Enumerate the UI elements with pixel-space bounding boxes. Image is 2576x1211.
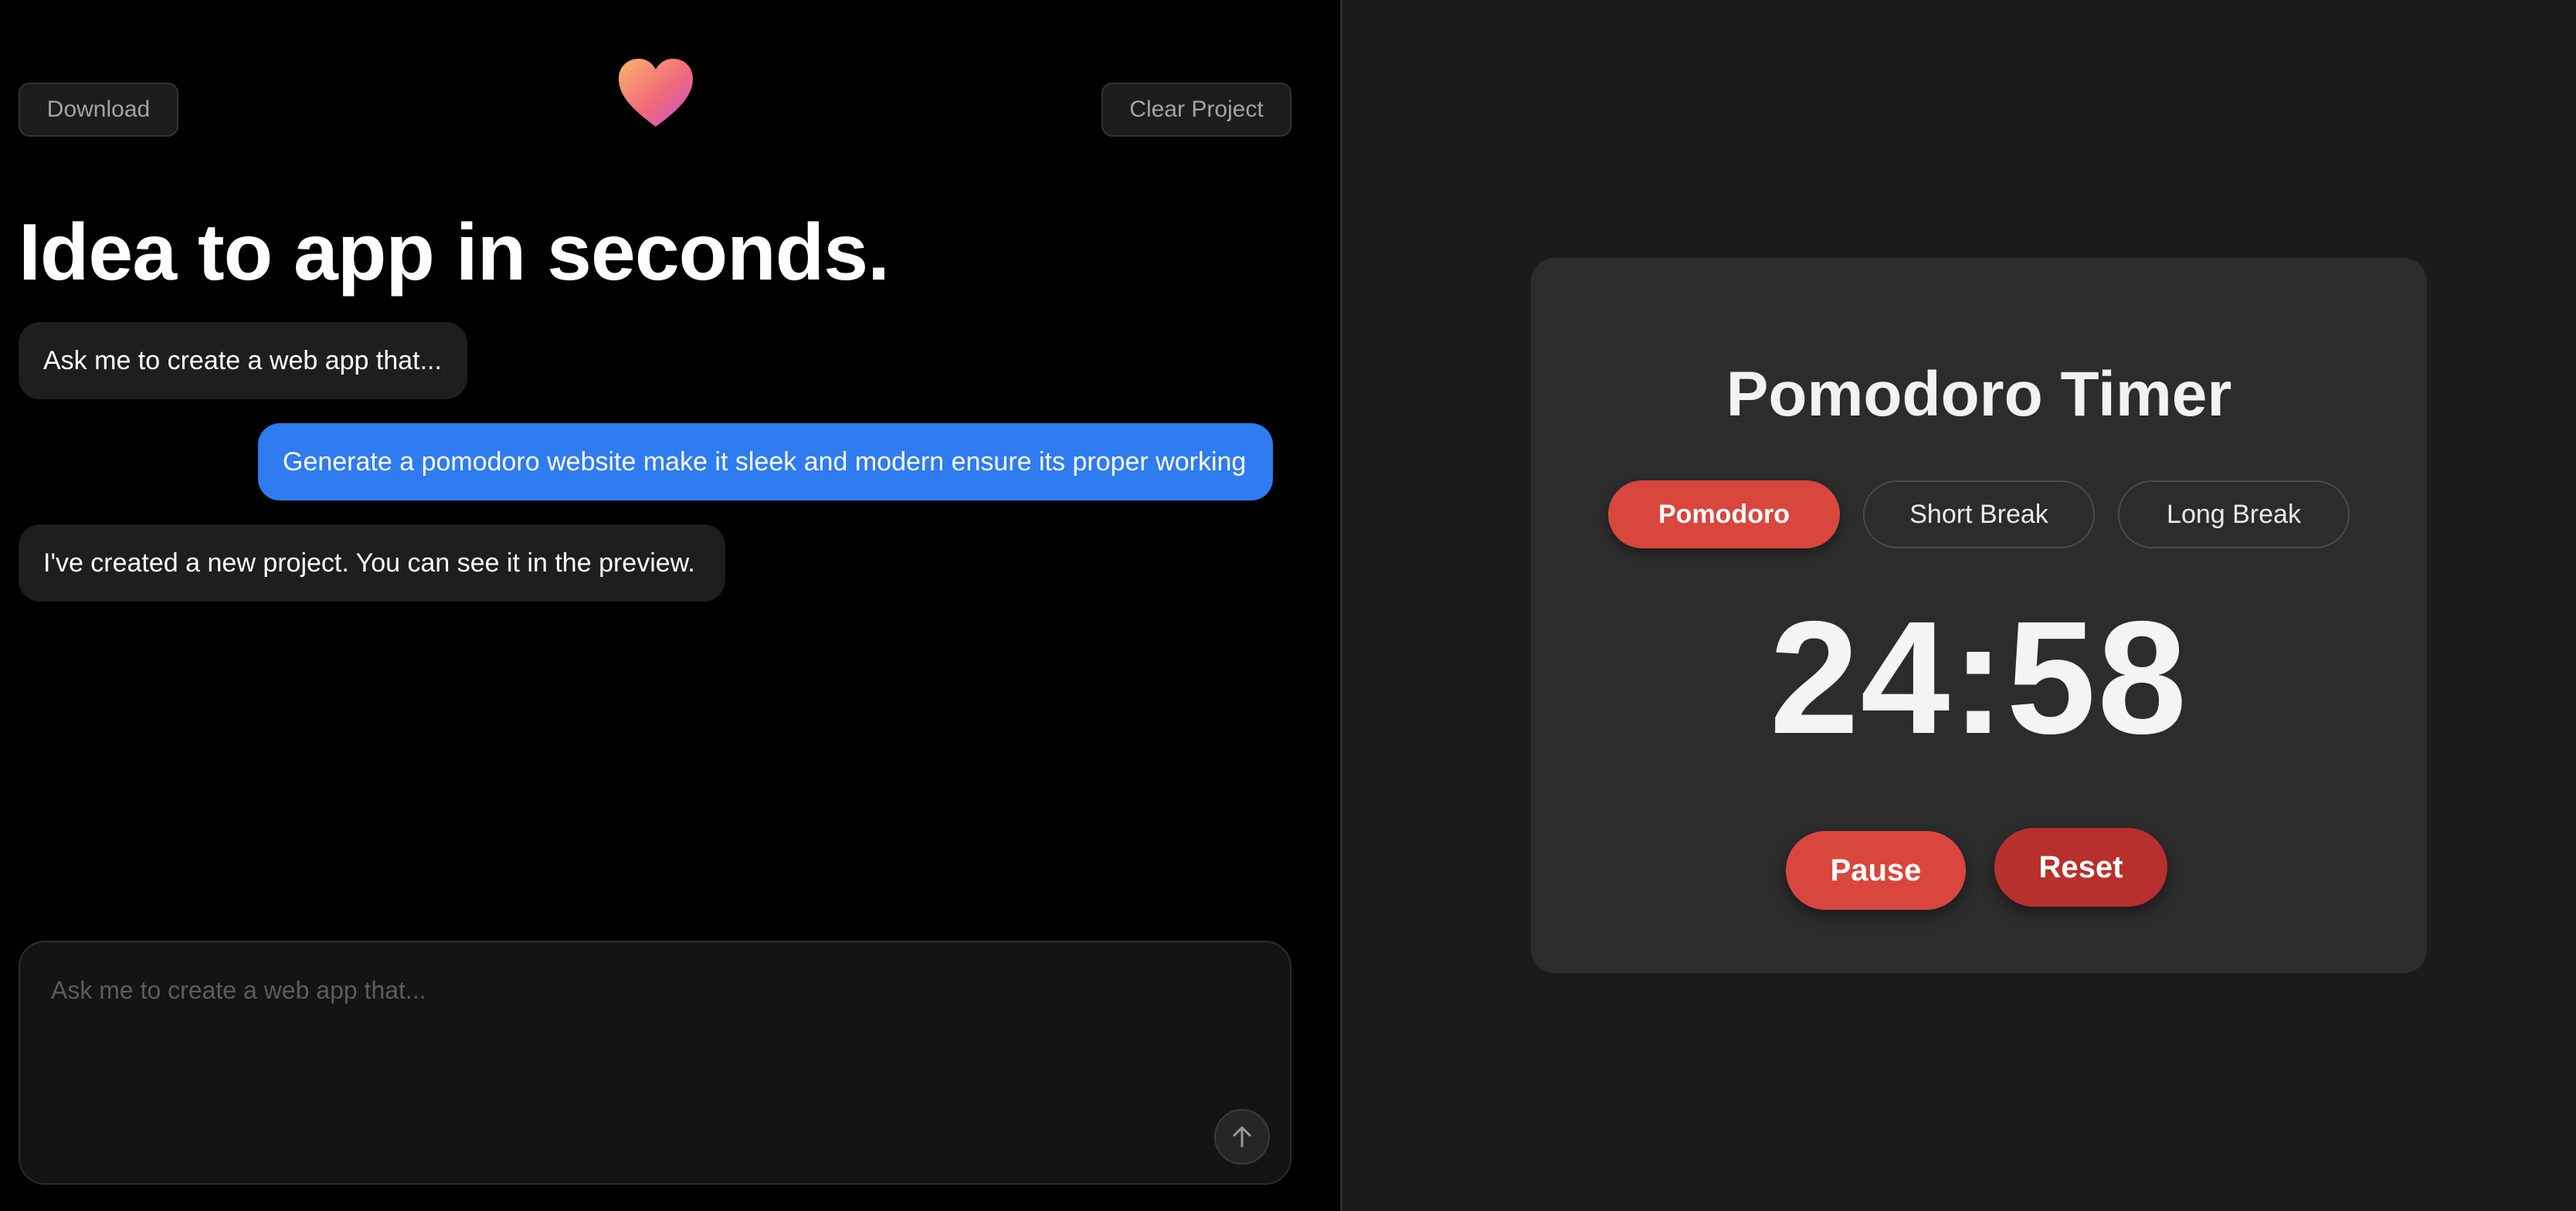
pause-button[interactable]: Pause [1786,831,1966,910]
clear-project-button[interactable]: Clear Project [1101,83,1291,137]
pomodoro-card: Pomodoro Timer Pomodoro Short Break Long… [1531,258,2427,973]
download-button[interactable]: Download [19,83,178,137]
user-message: Generate a pomodoro website make it slee… [258,423,1273,500]
preview-pane: Pomodoro Timer Pomodoro Short Break Long… [1342,0,2576,1211]
timer-title: Pomodoro Timer [1726,359,2232,429]
timer-display: 24:58 [1770,589,2188,768]
heart-icon [619,59,693,127]
mode-short-break-button[interactable]: Short Break [1863,480,2095,548]
page-title: Idea to app in seconds. [19,208,890,297]
assistant-message: I've created a new project. You can see … [19,524,725,602]
prompt-input[interactable] [20,942,1290,1183]
chat-pane: Download Clear Project Idea to app in se… [0,0,1340,1211]
reset-button[interactable]: Reset [1994,828,2167,907]
send-button[interactable] [1214,1109,1270,1165]
mode-long-break-button[interactable]: Long Break [2118,480,2350,548]
mode-pomodoro-button[interactable]: Pomodoro [1608,480,1840,548]
prompt-composer [19,941,1291,1185]
assistant-message: Ask me to create a web app that... [19,322,467,399]
arrow-up-icon [1233,1126,1251,1148]
